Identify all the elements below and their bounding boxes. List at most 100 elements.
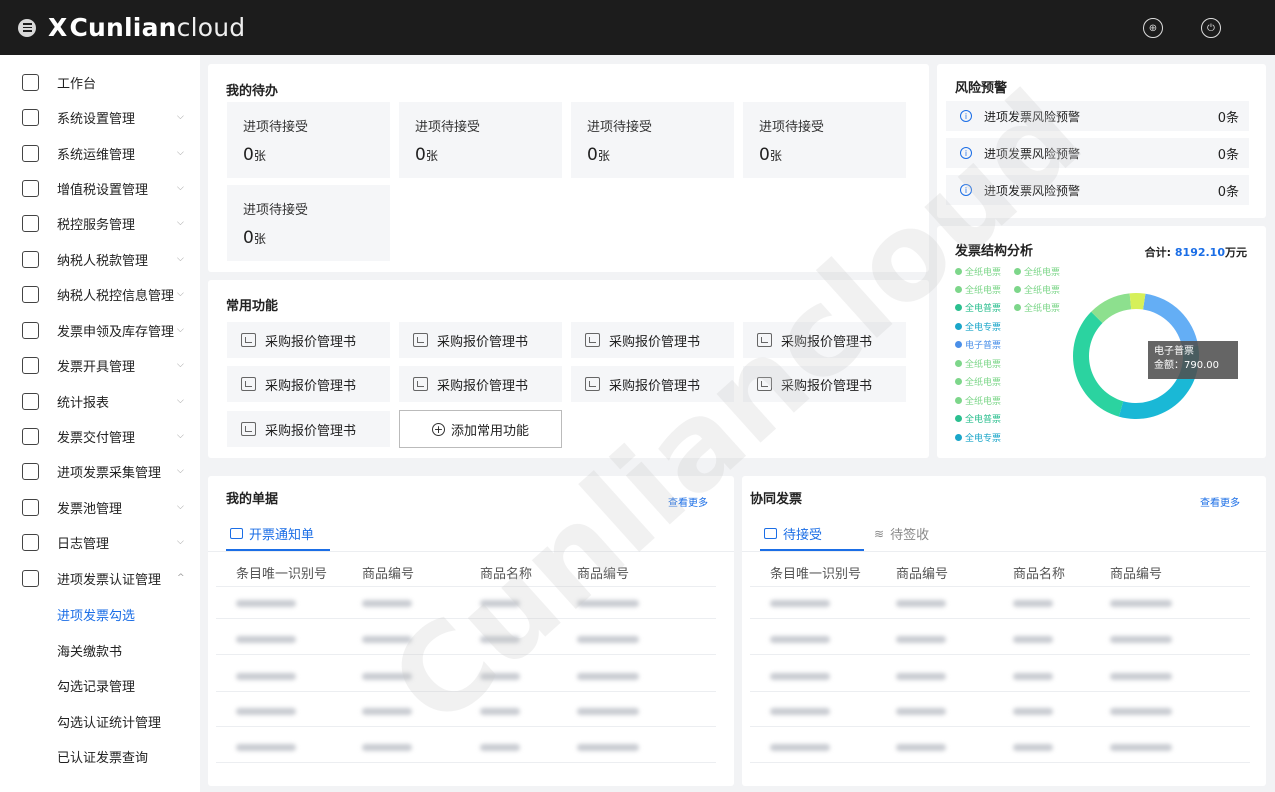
sidebar-item-2[interactable]: 系统运维管理 ⌵ (0, 135, 200, 171)
sidebar-item-13[interactable]: 日志管理 ⌵ (0, 524, 200, 560)
pool-icon (22, 498, 39, 516)
chevron-icon: ⌵ (177, 466, 184, 476)
function-shortcut[interactable]: 采购报价管理书 (227, 366, 390, 402)
risk-title: 风险预警 (955, 81, 1008, 96)
document-icon (22, 179, 39, 197)
dashboard-icon (22, 73, 39, 91)
report-icon (241, 422, 256, 436)
user-center-icon[interactable]: ⊕ (1143, 18, 1163, 38)
blurred-cell (1110, 636, 1172, 643)
donut-slice[interactable] (1073, 311, 1124, 417)
chart-legend-item[interactable]: 全纸电票 (955, 394, 1001, 407)
legend-label: 全电专票 (965, 323, 1002, 333)
blurred-cell (362, 744, 412, 751)
blurred-cell (770, 673, 830, 680)
todo-label: 进项待接受 (415, 120, 481, 135)
function-shortcut[interactable]: 采购报价管理书 (227, 411, 390, 447)
todo-tile[interactable]: 进项待接受 0张 (571, 102, 734, 178)
todo-value: 0张 (587, 145, 610, 165)
function-label: 采购报价管理书 (265, 423, 357, 439)
function-shortcut[interactable]: 采购报价管理书 (227, 322, 390, 358)
table-header-cell: 商品名称 (1013, 567, 1066, 582)
todo-tile[interactable]: 进项待接受 0张 (227, 185, 390, 261)
chart-legend-item[interactable]: 全纸电票 (1014, 265, 1060, 278)
chart-legend-item[interactable]: 全电专票 (955, 320, 1001, 333)
sidebar-subitem-0[interactable]: 进项发票勾选 (57, 605, 135, 624)
chart-legend-item[interactable]: 全纸电票 (1014, 283, 1060, 296)
sidebar-subitem-3[interactable]: 勾选认证统计管理 (57, 712, 161, 731)
tab-pending-accept[interactable]: 待接受 (764, 524, 822, 543)
sidebar-item-label: 纳税人税款管理 (57, 253, 149, 269)
tab-divider (208, 551, 734, 552)
chart-legend-item[interactable]: 全纸电票 (955, 375, 1001, 388)
tax-payment-icon (22, 250, 39, 268)
chevron-icon: ^ (177, 573, 185, 583)
add-function-button[interactable]: + 添加常用功能 (399, 410, 562, 448)
chart-legend-item[interactable]: 全纸电票 (955, 265, 1001, 278)
blurred-cell (896, 744, 946, 751)
function-shortcut[interactable]: 采购报价管理书 (743, 366, 906, 402)
chart-legend-item[interactable]: 全电专票 (955, 431, 1001, 444)
sidebar-item-1[interactable]: 系统设置管理 ⌵ (0, 99, 200, 135)
sidebar: 工作台 系统设置管理 ⌵ 系统运维管理 ⌵ 增值税设置管理 ⌵ 税控服务管理 ⌵ 纳税人税款管理 ⌵… (0, 55, 200, 792)
my-documents-more-link[interactable]: 查看更多 (668, 494, 708, 509)
risk-row[interactable]: i 进项发票风险预警 0条 (946, 138, 1249, 168)
todo-title: 我的待办 (226, 84, 279, 99)
chart-tooltip: 电子普票 金额：790.00 (1148, 341, 1238, 379)
sidebar-item-4[interactable]: 税控服务管理 ⌵ (0, 205, 200, 241)
chart-legend-item[interactable]: 全纸电票 (955, 283, 1001, 296)
tab-pending-sign[interactable]: ≋ 待签收 (874, 524, 929, 544)
power-icon[interactable]: ⏻ (1201, 18, 1221, 38)
sidebar-item-6[interactable]: 纳税人税控信息管理 ⌵ (0, 276, 200, 312)
function-shortcut[interactable]: 采购报价管理书 (743, 322, 906, 358)
risk-row[interactable]: i 进项发票风险预警 0条 (946, 101, 1249, 131)
blurred-cell (362, 708, 412, 715)
chart-legend-item[interactable]: 全电普票 (955, 301, 1001, 314)
sidebar-item-5[interactable]: 纳税人税款管理 ⌵ (0, 241, 200, 277)
function-shortcut[interactable]: 采购报价管理书 (571, 366, 734, 402)
sidebar-subitem-4[interactable]: 已认证发票查询 (57, 747, 148, 766)
hamburger-menu-icon[interactable] (18, 18, 36, 37)
function-shortcut[interactable]: 采购报价管理书 (399, 322, 562, 358)
blurred-cell (770, 744, 830, 751)
collab-more-link[interactable]: 查看更多 (1200, 494, 1240, 509)
function-shortcut[interactable]: 采购报价管理书 (571, 322, 734, 358)
sidebar-subitem-2[interactable]: 勾选记录管理 (57, 676, 135, 695)
todo-tile[interactable]: 进项待接受 0张 (743, 102, 906, 178)
chevron-icon: ⌵ (177, 218, 184, 228)
chart-legend-item[interactable]: 全纸电票 (955, 357, 1001, 370)
tab-invoice-notice[interactable]: 开票通知单 (230, 524, 314, 543)
legend-dot (955, 323, 962, 330)
row-divider (216, 762, 716, 763)
sidebar-item-7[interactable]: 发票申领及库存管理 ⌵ (0, 312, 200, 348)
sidebar-item-9[interactable]: 统计报表 ⌵ (0, 383, 200, 419)
tooltip-value: 金额：790.00 (1154, 360, 1219, 371)
sidebar-subitem-1[interactable]: 海关缴款书 (57, 641, 122, 660)
chevron-icon: ⌵ (177, 325, 184, 335)
sidebar-item-8[interactable]: 发票开具管理 ⌵ (0, 347, 200, 383)
sidebar-item-label: 发票交付管理 (57, 430, 136, 446)
chart-legend-item[interactable]: 全电普票 (955, 412, 1001, 425)
sidebar-item-10[interactable]: 发票交付管理 ⌵ (0, 418, 200, 454)
sidebar-item-0[interactable]: 工作台 (0, 64, 200, 100)
chart-legend-item[interactable]: 电子普票 (955, 338, 1001, 351)
todo-tile[interactable]: 进项待接受 0张 (399, 102, 562, 178)
blurred-cell (236, 673, 296, 680)
todo-unit: 张 (597, 149, 610, 163)
sidebar-item-11[interactable]: 进项发票采集管理 ⌵ (0, 453, 200, 489)
chart-legend-item[interactable]: 全纸电票 (1014, 301, 1060, 314)
blurred-cell (770, 600, 830, 607)
sidebar-item-14[interactable]: 进项发票认证管理 ^ (0, 560, 200, 596)
function-shortcut[interactable]: 采购报价管理书 (399, 366, 562, 402)
todo-tile[interactable]: 进项待接受 0张 (227, 102, 390, 178)
legend-dot (955, 341, 962, 348)
tax-service-icon (22, 214, 39, 232)
legend-dot (955, 268, 962, 275)
sidebar-item-12[interactable]: 发票池管理 ⌵ (0, 489, 200, 525)
function-label: 采购报价管理书 (609, 378, 701, 394)
legend-label: 全纸电票 (1024, 304, 1061, 314)
donut-slice[interactable] (1129, 293, 1146, 310)
risk-row[interactable]: i 进项发票风险预警 0条 (946, 175, 1249, 205)
todo-value: 0张 (759, 145, 782, 165)
sidebar-item-3[interactable]: 增值税设置管理 ⌵ (0, 170, 200, 206)
